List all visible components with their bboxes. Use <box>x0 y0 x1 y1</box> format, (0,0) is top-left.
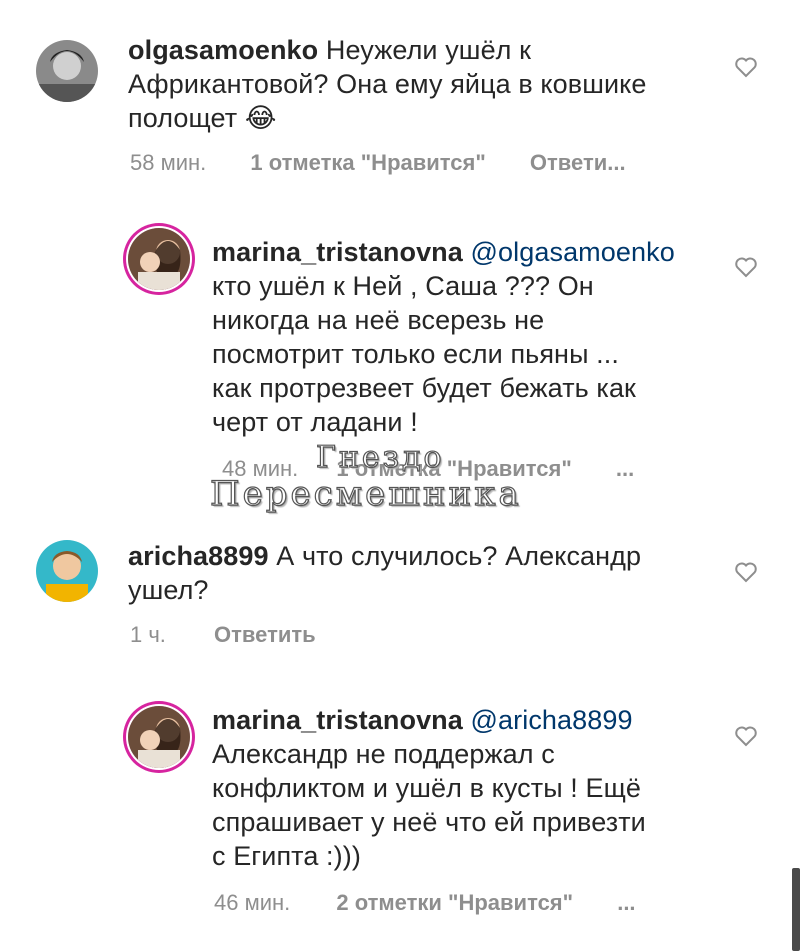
watermark-line-1: Гнездо <box>315 439 445 475</box>
comment-time: 46 мин. <box>214 890 291 915</box>
likes-count-button[interactable]: 1 отметка "Нравится" <box>250 150 485 176</box>
heart-icon[interactable] <box>734 256 758 278</box>
username-link[interactable]: aricha8899 <box>128 541 269 571</box>
heart-icon[interactable] <box>734 56 758 78</box>
reply-button[interactable]: Ответить <box>214 622 316 648</box>
mention-link[interactable]: @aricha8899 <box>471 705 633 735</box>
user-photo-icon <box>128 228 190 290</box>
user-photo-icon <box>36 540 98 602</box>
user-photo-icon <box>36 40 98 102</box>
avatar-marina-tristanovna[interactable] <box>128 228 190 290</box>
heart-icon[interactable] <box>734 725 758 747</box>
mention-link[interactable]: @olgasamoenko <box>471 237 675 267</box>
username-link[interactable]: olgasamoenko <box>128 35 318 65</box>
likes-count-button[interactable]: 2 отметки "Нравится" <box>336 890 573 916</box>
scrollbar[interactable] <box>792 868 800 951</box>
comment-text: aricha8899 А что случилось? Александр уш… <box>128 541 642 605</box>
avatar-olgasamoenko[interactable] <box>36 40 98 102</box>
more-options-button[interactable]: ... <box>617 890 635 916</box>
comment-time: 1 ч. <box>130 622 166 647</box>
comment-text: marina_tristanovna @aricha8899 Александр… <box>212 705 646 871</box>
avatar-marina-tristanovna[interactable] <box>128 706 190 768</box>
comment-meta: 46 мин. 2 отметки "Нравится" ... <box>214 890 636 916</box>
more-options-button[interactable]: ... <box>616 456 634 482</box>
avatar-aricha8899[interactable] <box>36 540 98 602</box>
comment-time: 58 мин. <box>130 150 207 175</box>
reply-button[interactable]: Ответи... <box>530 150 626 176</box>
heart-icon[interactable] <box>734 561 758 583</box>
comment-meta: 58 мин. 1 отметка "Нравится" Ответи... <box>130 150 626 176</box>
comment-meta: 1 ч. Ответить <box>130 622 316 648</box>
username-link[interactable]: marina_tristanovna <box>212 705 463 735</box>
username-link[interactable]: marina_tristanovna <box>212 237 463 267</box>
user-photo-icon <box>128 706 190 768</box>
comment-text: marina_tristanovna @olgasamoenko кто ушё… <box>212 237 675 437</box>
watermark-line-2: Пересмешника <box>209 473 522 514</box>
comment-text: olgasamoenko Неужели ушёл к Африкантовой… <box>128 35 647 133</box>
